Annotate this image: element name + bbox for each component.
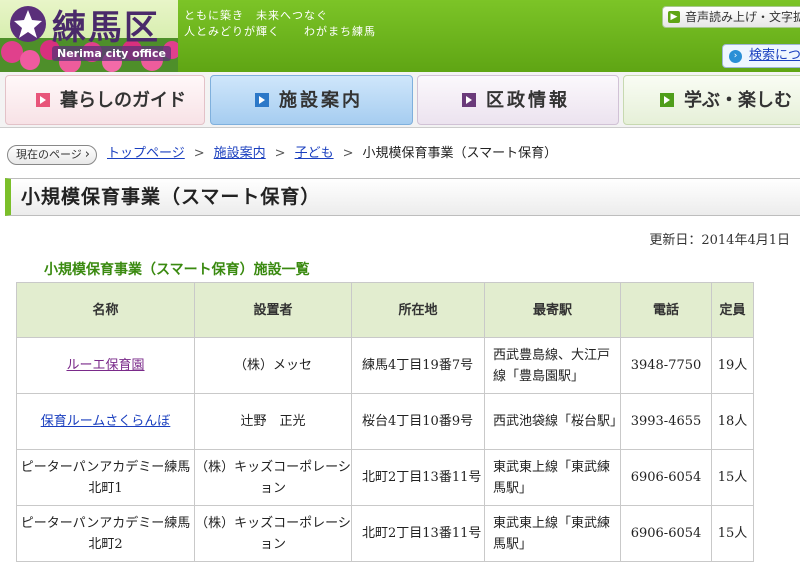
site-header: 練馬区 Nerima city office ともに築き 未来へつなぐ 人とみど… (0, 0, 800, 72)
owner-cell: 辻野 正光 (194, 393, 352, 450)
arrow-icon (36, 93, 50, 107)
info-icon: › (729, 50, 742, 63)
breadcrumb-label: 現在のページ (7, 145, 97, 165)
breadcrumb-separator: > (193, 146, 205, 161)
arrow-icon (462, 93, 476, 107)
col-header-phone: 電話 (620, 282, 712, 338)
nav-tab-living-guide[interactable]: 暮らしのガイド (5, 75, 205, 125)
table-row: ピーターパンアカデミー練馬北町2 （株）キッズコーポレーション 北町2丁目13番… (16, 505, 754, 562)
owner-cell: （株）キッズコーポレーション (194, 505, 352, 562)
slogan-line-1: ともに築き 未来へつなぐ (184, 9, 328, 22)
nav-tab-facilities[interactable]: 施設案内 (210, 75, 413, 125)
address-cell: 練馬4丁目19番7号 (351, 337, 485, 394)
breadcrumb: トップページ > 施設案内 > 子ども > 小規模保育事業（スマート保育） (107, 145, 557, 163)
nav-tab-learning[interactable]: 学ぶ・楽しむ (623, 75, 800, 125)
breadcrumb-separator: > (274, 146, 286, 161)
speech-text-size-button[interactable]: ▶ 音声読み上げ・文字拡大 (662, 6, 800, 28)
arrow-icon (255, 93, 269, 107)
owner-cell: （株）メッセ (194, 337, 352, 394)
capacity-cell: 19人 (711, 337, 754, 394)
facility-link[interactable]: 保育ルームさくらんぼ (41, 414, 171, 429)
search-info-link[interactable]: › 検索について (722, 44, 800, 68)
search-info-label: 検索について (749, 48, 800, 63)
station-cell: 東武東上線「東武練馬駅」 (484, 449, 621, 506)
slogan-line-2: 人とみどりが輝く わがまち練馬 (184, 25, 376, 38)
nav-tab-label: 区政情報 (486, 90, 570, 111)
table-row: ピーターパンアカデミー練馬北町1 （株）キッズコーポレーション 北町2丁目13番… (16, 449, 754, 506)
nav-tab-label: 施設案内 (279, 90, 363, 111)
station-cell: 西武豊島線、大江戸線「豊島園駅」 (484, 337, 621, 394)
phone-cell: 3948-7750 (620, 337, 712, 394)
station-cell: 東武東上線「東武練馬駅」 (484, 505, 621, 562)
site-logo[interactable]: 練馬区 Nerima city office (0, 0, 178, 72)
breadcrumb-link-facilities[interactable]: 施設案内 (214, 146, 266, 161)
speaker-icon: ▶ (668, 11, 680, 23)
col-header-address: 所在地 (351, 282, 485, 338)
capacity-cell: 15人 (711, 449, 754, 506)
updated-date: 更新日：2014年4月1日 (649, 233, 790, 248)
table-caption: 小規模保育事業（スマート保育）施設一覧 (44, 262, 310, 278)
facility-name-cell: ピーターパンアカデミー練馬北町2 (16, 505, 195, 562)
address-cell: 桜台4丁目10番9号 (351, 393, 485, 450)
address-cell: 北町2丁目13番11号 (351, 449, 485, 506)
breadcrumb-current: 小規模保育事業（スマート保育） (362, 146, 558, 161)
col-header-owner: 設置者 (194, 282, 352, 338)
arrow-icon (660, 93, 674, 107)
logo-subtitle: Nerima city office (52, 46, 171, 61)
col-header-station: 最寄駅 (484, 282, 621, 338)
page-title: 小規模保育事業（スマート保育） (21, 186, 321, 208)
global-nav: 暮らしのガイド 施設案内 区政情報 学ぶ・楽しむ (0, 72, 800, 128)
nav-tab-label: 暮らしのガイド (60, 90, 186, 111)
breadcrumb-link-top[interactable]: トップページ (107, 146, 185, 161)
nav-tab-administration[interactable]: 区政情報 (417, 75, 619, 125)
page-title-bar: 小規模保育事業（スマート保育） (5, 178, 800, 216)
facility-link[interactable]: ルーエ保育園 (66, 358, 144, 373)
table-row: 保育ルームさくらんぼ 辻野 正光 桜台4丁目10番9号 西武池袋線「桜台駅」 3… (16, 393, 754, 450)
table-row: ルーエ保育園 （株）メッセ 練馬4丁目19番7号 西武豊島線、大江戸線「豊島園駅… (16, 337, 754, 394)
table-header-row: 名称 設置者 所在地 最寄駅 電話 定員 (16, 282, 754, 338)
col-header-capacity: 定員 (711, 282, 754, 338)
phone-cell: 6906-6054 (620, 449, 712, 506)
facility-name-cell: 保育ルームさくらんぼ (16, 393, 195, 450)
nav-tab-label: 学ぶ・楽しむ (684, 90, 792, 111)
slogan: ともに築き 未来へつなぐ 人とみどりが輝く わがまち練馬 (184, 8, 376, 40)
speech-text-size-label: 音声読み上げ・文字拡大 (685, 10, 800, 24)
phone-cell: 6906-6054 (620, 505, 712, 562)
breadcrumb-link-children[interactable]: 子ども (295, 146, 334, 161)
phone-cell: 3993-4655 (620, 393, 712, 450)
address-cell: 北町2丁目13番11号 (351, 505, 485, 562)
logo-title: 練馬区 (52, 8, 160, 48)
facility-name-cell: ルーエ保育園 (16, 337, 195, 394)
owner-cell: （株）キッズコーポレーション (194, 449, 352, 506)
nerima-emblem-icon (10, 6, 46, 42)
capacity-cell: 18人 (711, 393, 754, 450)
breadcrumb-separator: > (342, 146, 354, 161)
station-cell: 西武池袋線「桜台駅」 (484, 393, 623, 450)
col-header-name: 名称 (16, 282, 195, 338)
facility-table: 名称 設置者 所在地 最寄駅 電話 定員 ルーエ保育園 （株）メッセ 練馬4丁目… (16, 282, 754, 562)
facility-name-cell: ピーターパンアカデミー練馬北町1 (16, 449, 195, 506)
capacity-cell: 15人 (711, 505, 754, 562)
